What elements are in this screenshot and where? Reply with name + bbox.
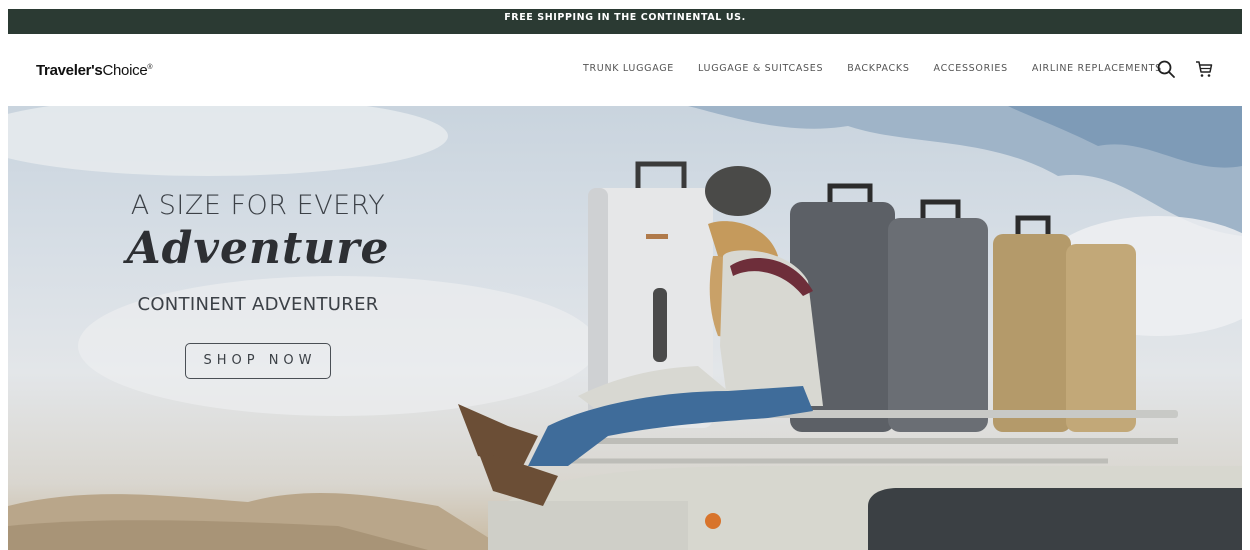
shop-now-button[interactable]: SHOP NOW (185, 343, 331, 379)
hero-copy: A SIZE FOR EVERY Adventure CONTINENT ADV… (108, 190, 408, 379)
announcement-text: FREE SHIPPING IN THE CONTINENTAL US. (504, 12, 746, 23)
nav-item-trunk-luggage[interactable]: TRUNK LUGGAGE (583, 63, 674, 74)
search-icon[interactable] (1155, 58, 1177, 80)
site-header: Traveler'sChoice® TRUNK LUGGAGE LUGGAGE … (8, 34, 1242, 106)
hero-banner: A SIZE FOR EVERY Adventure CONTINENT ADV… (8, 106, 1242, 550)
brand-logo-regular: Choice (102, 62, 148, 79)
hero-kicker: A SIZE FOR EVERY (130, 190, 386, 221)
nav-item-airline-replacements[interactable]: AIRLINE REPLACEMENTS (1032, 63, 1162, 74)
cart-icon[interactable] (1193, 58, 1215, 80)
main-nav: TRUNK LUGGAGE LUGGAGE & SUITCASES BACKPA… (583, 63, 1186, 74)
hero-subtitle: CONTINENT ADVENTURER (137, 294, 379, 315)
announcement-bar: FREE SHIPPING IN THE CONTINENTAL US. (8, 9, 1242, 34)
brand-logo-bold: Traveler's (36, 62, 103, 79)
nav-item-accessories[interactable]: ACCESSORIES (934, 63, 1008, 74)
nav-item-backpacks[interactable]: BACKPACKS (847, 63, 909, 74)
hero-script-title: Adventure (126, 223, 390, 274)
brand-logo-mark: ® (147, 64, 153, 71)
brand-logo[interactable]: Traveler'sChoice® (36, 62, 153, 79)
nav-item-luggage-suitcases[interactable]: LUGGAGE & SUITCASES (698, 63, 823, 74)
